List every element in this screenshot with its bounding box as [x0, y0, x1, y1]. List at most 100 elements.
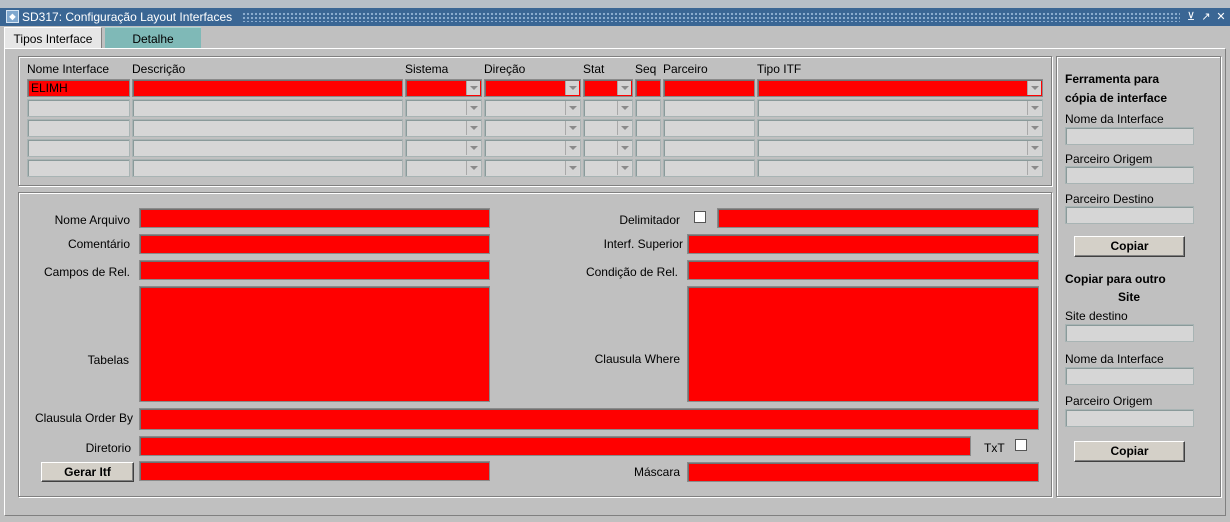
row5-sistema-select[interactable] [405, 159, 482, 177]
row5-seq-field[interactable] [635, 159, 661, 177]
row2-tipo-itf-select[interactable] [757, 99, 1043, 117]
row1-tipo-itf-select[interactable] [757, 79, 1043, 97]
row1-sistema-select[interactable] [405, 79, 482, 97]
txt-checkbox[interactable] [1015, 439, 1027, 451]
site-parceiro-origem-field[interactable] [1065, 409, 1194, 427]
restore-icon[interactable]: ↗ [1199, 9, 1213, 25]
chevron-down-icon[interactable] [565, 81, 579, 95]
row2-descricao-field[interactable] [132, 99, 403, 117]
chevron-down-icon[interactable] [565, 121, 579, 135]
delimitador-checkbox[interactable] [694, 211, 706, 223]
chevron-down-icon[interactable] [466, 101, 480, 115]
chevron-down-icon[interactable] [466, 141, 480, 155]
chevron-down-icon[interactable] [1027, 121, 1041, 135]
copiar-interface-button[interactable]: Copiar [1074, 236, 1185, 257]
row5-nome-interface-field[interactable] [27, 159, 130, 177]
campos-rel-label: Campos de Rel. [43, 265, 130, 279]
row3-nome-interface-field[interactable] [27, 119, 130, 137]
copy-nome-interface-field[interactable] [1065, 127, 1194, 145]
row1-stat-select[interactable] [583, 79, 633, 97]
row4-sistema-select[interactable] [405, 139, 482, 157]
row4-stat-select[interactable] [583, 139, 633, 157]
row1-nome-interface-field[interactable]: ELIMH [27, 79, 130, 97]
copy-parceiro-destino-label: Parceiro Destino [1065, 192, 1154, 206]
chevron-down-icon[interactable] [617, 121, 631, 135]
row1-parceiro-field[interactable] [663, 79, 755, 97]
chevron-down-icon[interactable] [466, 161, 480, 175]
tabelas-label: Tabelas [87, 353, 129, 367]
close-icon[interactable]: ✕ [1214, 9, 1228, 25]
col-header-direcao: Direção [484, 62, 526, 76]
row3-direcao-select[interactable] [484, 119, 581, 137]
comentario-field[interactable] [139, 234, 490, 254]
tabelas-textarea[interactable] [139, 286, 490, 402]
app-icon: ◆ [6, 10, 19, 23]
tab-tipos-interface[interactable]: Tipos Interface [4, 27, 102, 49]
row5-tipo-itf-select[interactable] [757, 159, 1043, 177]
interf-superior-field[interactable] [687, 234, 1039, 254]
gerar-itf-button[interactable]: Gerar Itf [41, 462, 134, 482]
txt-label: TxT [984, 441, 1005, 455]
col-header-parceiro: Parceiro [663, 62, 708, 76]
row3-sistema-select[interactable] [405, 119, 482, 137]
chevron-down-icon[interactable] [565, 101, 579, 115]
gerar-itf-field[interactable] [139, 461, 490, 481]
site-destino-field[interactable] [1065, 324, 1194, 342]
chevron-down-icon[interactable] [565, 161, 579, 175]
row3-stat-select[interactable] [583, 119, 633, 137]
row5-parceiro-field[interactable] [663, 159, 755, 177]
row2-parceiro-field[interactable] [663, 99, 755, 117]
row2-seq-field[interactable] [635, 99, 661, 117]
chevron-down-icon[interactable] [617, 161, 631, 175]
window-title: SD317: Configuração Layout Interfaces [22, 9, 237, 25]
diretorio-field[interactable] [139, 436, 971, 456]
chevron-down-icon[interactable] [466, 81, 480, 95]
mascara-label: Máscara [633, 465, 680, 479]
row1-seq-field[interactable] [635, 79, 661, 97]
chevron-down-icon[interactable] [1027, 141, 1041, 155]
row4-direcao-select[interactable] [484, 139, 581, 157]
row3-seq-field[interactable] [635, 119, 661, 137]
chevron-down-icon[interactable] [466, 121, 480, 135]
chevron-down-icon[interactable] [1027, 101, 1041, 115]
mascara-field[interactable] [687, 462, 1039, 482]
where-textarea[interactable] [687, 286, 1039, 402]
row1-descricao-field[interactable] [132, 79, 403, 97]
minimize-icon[interactable]: ⊻ [1184, 9, 1198, 25]
campos-rel-field[interactable] [139, 260, 490, 280]
where-label: Clausula Where [594, 352, 680, 366]
row5-stat-select[interactable] [583, 159, 633, 177]
row4-nome-interface-field[interactable] [27, 139, 130, 157]
row5-direcao-select[interactable] [484, 159, 581, 177]
row2-direcao-select[interactable] [484, 99, 581, 117]
site-nome-interface-field[interactable] [1065, 367, 1194, 385]
row1-direcao-select[interactable] [484, 79, 581, 97]
nome-arquivo-field[interactable] [139, 208, 490, 228]
chevron-down-icon[interactable] [565, 141, 579, 155]
copiar-site-button[interactable]: Copiar [1074, 441, 1185, 462]
col-header-tipo-itf: Tipo ITF [757, 62, 802, 76]
nome-arquivo-label: Nome Arquivo [54, 213, 130, 227]
row3-tipo-itf-select[interactable] [757, 119, 1043, 137]
condicao-rel-field[interactable] [687, 260, 1039, 280]
row2-stat-select[interactable] [583, 99, 633, 117]
row3-parceiro-field[interactable] [663, 119, 755, 137]
copy-parceiro-origem-field[interactable] [1065, 166, 1194, 184]
row4-descricao-field[interactable] [132, 139, 403, 157]
chevron-down-icon[interactable] [617, 81, 631, 95]
row5-descricao-field[interactable] [132, 159, 403, 177]
row4-seq-field[interactable] [635, 139, 661, 157]
chevron-down-icon[interactable] [1027, 81, 1041, 95]
chevron-down-icon[interactable] [1027, 161, 1041, 175]
row4-tipo-itf-select[interactable] [757, 139, 1043, 157]
chevron-down-icon[interactable] [617, 101, 631, 115]
delimitador-field[interactable] [717, 208, 1039, 228]
tab-detalhe[interactable]: Detalhe [105, 27, 201, 49]
row2-nome-interface-field[interactable] [27, 99, 130, 117]
chevron-down-icon[interactable] [617, 141, 631, 155]
order-by-field[interactable] [139, 408, 1039, 430]
copy-parceiro-destino-field[interactable] [1065, 206, 1194, 224]
row2-sistema-select[interactable] [405, 99, 482, 117]
row3-descricao-field[interactable] [132, 119, 403, 137]
row4-parceiro-field[interactable] [663, 139, 755, 157]
